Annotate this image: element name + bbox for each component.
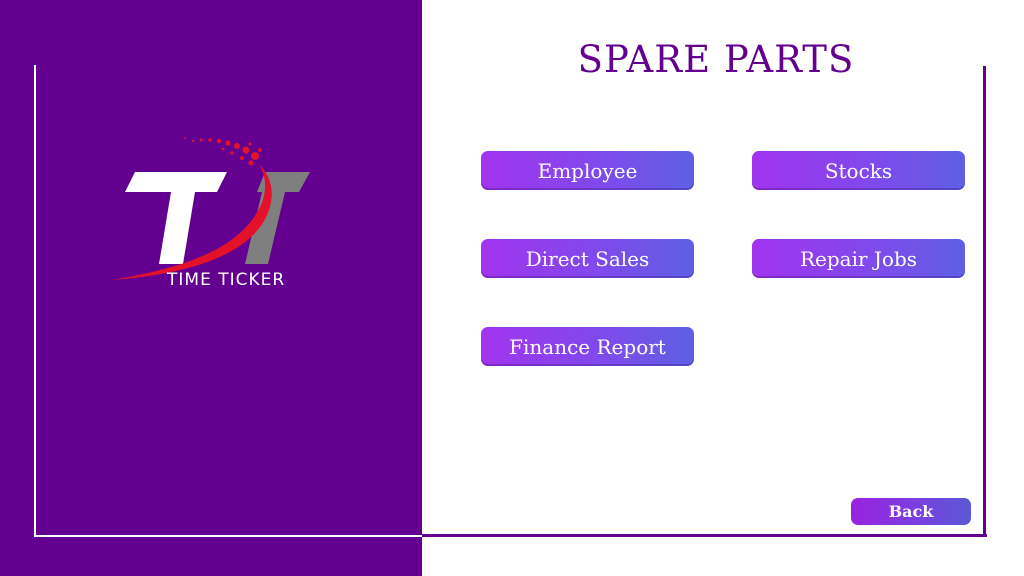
employee-button[interactable]: Employee	[481, 151, 694, 190]
frame-line-right	[983, 66, 986, 536]
direct-sales-button[interactable]: Direct Sales	[481, 239, 694, 278]
logo-text: TIME TICKER	[167, 270, 286, 290]
app-window: TIME TICKER SPARE PARTS Employee Stocks …	[0, 0, 1024, 576]
frame-line-bottom-left	[34, 535, 422, 537]
stocks-button[interactable]: Stocks	[752, 151, 965, 190]
frame-line-left	[34, 65, 36, 537]
page-title: SPARE PARTS	[577, 38, 855, 81]
repair-jobs-button[interactable]: Repair Jobs	[752, 239, 965, 278]
frame-line-bottom-right	[422, 534, 987, 537]
time-ticker-logo: TIME TICKER	[105, 128, 325, 294]
finance-report-button[interactable]: Finance Report	[481, 327, 694, 366]
back-button[interactable]: Back	[851, 498, 971, 525]
